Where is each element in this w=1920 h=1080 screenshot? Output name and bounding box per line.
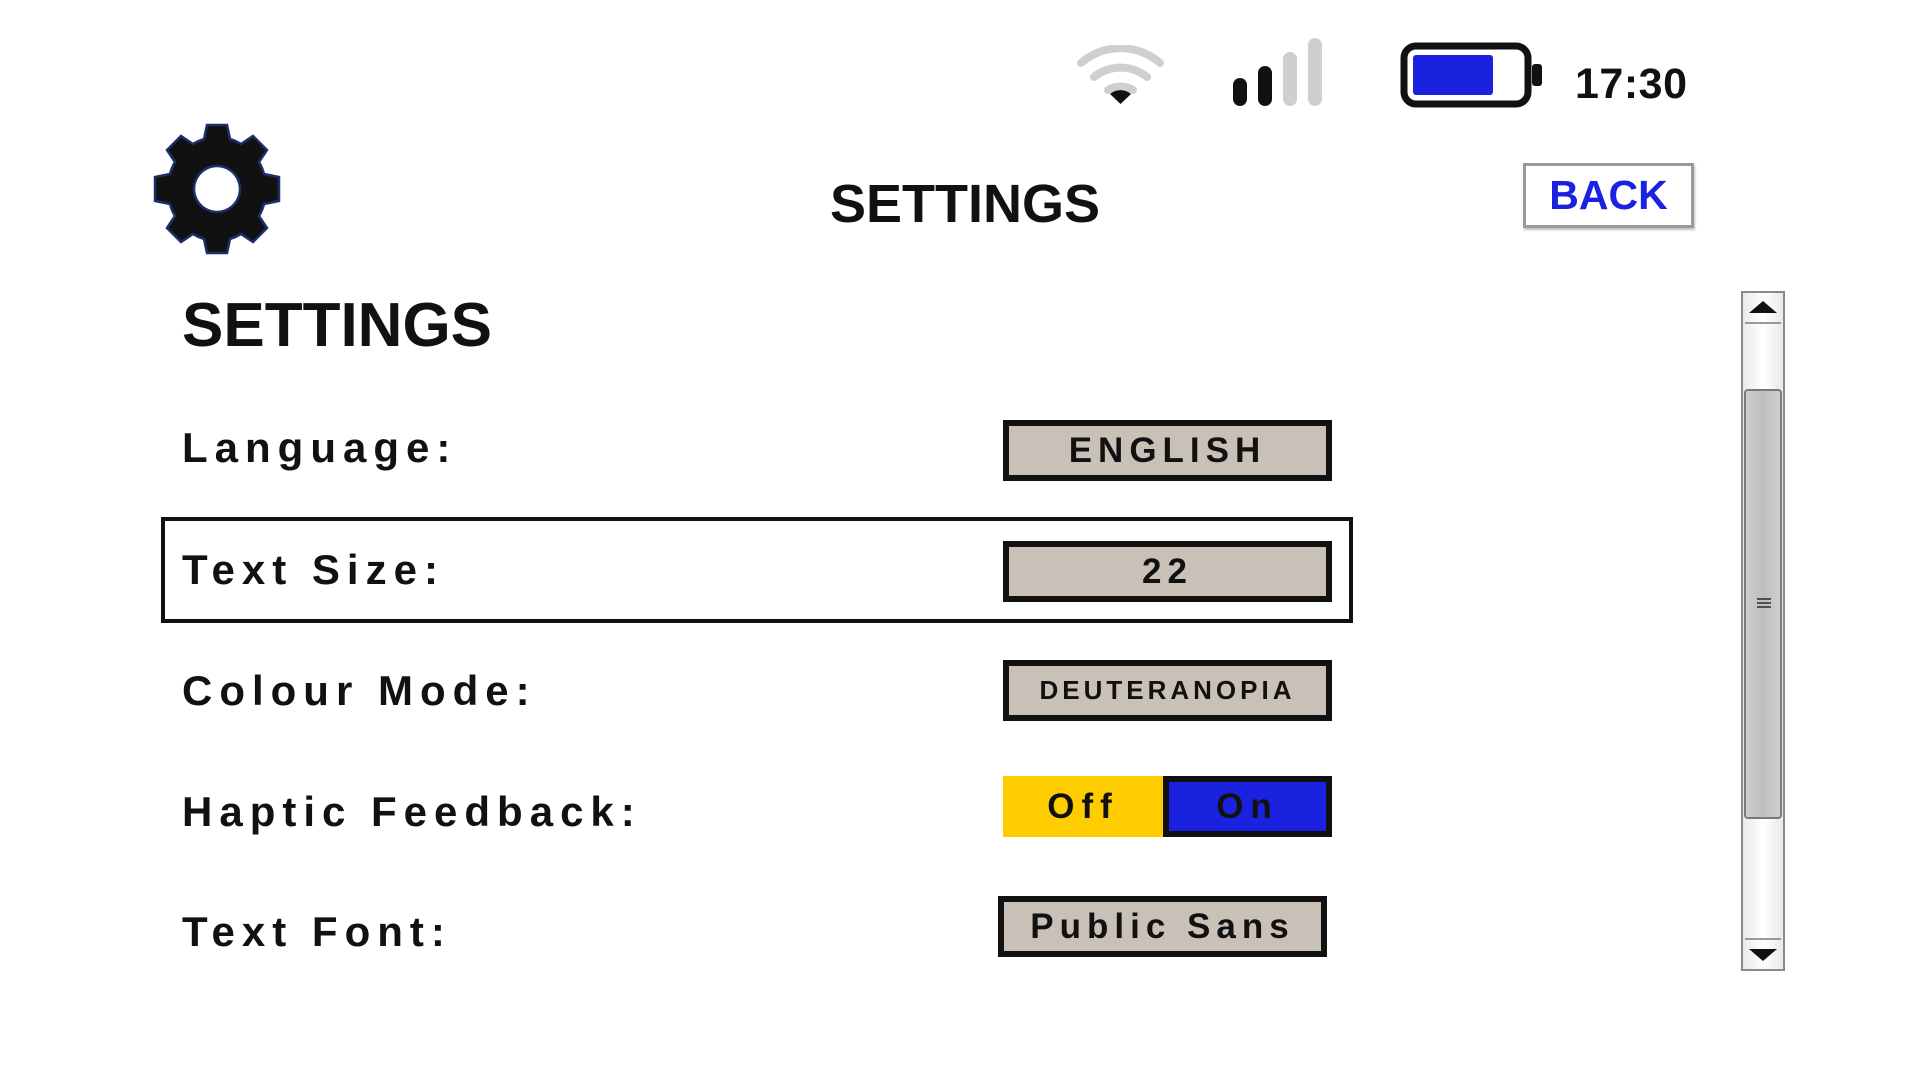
text-size-label: Text Size: bbox=[182, 546, 445, 593]
language-label: Language: bbox=[182, 424, 458, 471]
settings-screen: 17:30 SETTINGS BACK SETTINGS Language: E… bbox=[0, 0, 1920, 1080]
haptic-feedback-label: Haptic Feedback: bbox=[182, 788, 642, 835]
scroll-down-arrow-icon[interactable] bbox=[1743, 937, 1783, 969]
scroll-up-arrow-icon[interactable] bbox=[1743, 293, 1783, 325]
header-title: SETTINGS bbox=[829, 174, 1101, 234]
scroll-thumb[interactable] bbox=[1744, 389, 1782, 819]
haptic-on-option[interactable]: On bbox=[1163, 776, 1332, 837]
status-time: 17:30 bbox=[1575, 60, 1688, 108]
text-font-label: Text Font: bbox=[182, 908, 452, 955]
haptic-off-option[interactable]: Off bbox=[1003, 776, 1163, 837]
back-button[interactable]: BACK bbox=[1523, 163, 1694, 228]
page-title: SETTINGS bbox=[182, 291, 493, 360]
wifi-icon bbox=[1077, 45, 1164, 104]
scrollbar[interactable] bbox=[1741, 291, 1785, 971]
colour-mode-label: Colour Mode: bbox=[182, 667, 537, 714]
battery-icon bbox=[1400, 42, 1542, 108]
text-size-select[interactable]: 22 bbox=[1003, 541, 1332, 602]
grip-lines-icon bbox=[1757, 598, 1771, 608]
cellular-signal-icon bbox=[1233, 38, 1322, 106]
language-select[interactable]: ENGLISH bbox=[1003, 420, 1332, 481]
gear-icon bbox=[153, 123, 281, 255]
colour-mode-select[interactable]: DEUTERANOPIA bbox=[1003, 660, 1332, 721]
text-font-select[interactable]: Public Sans bbox=[998, 896, 1327, 957]
haptic-feedback-toggle[interactable]: Off On bbox=[1003, 776, 1332, 837]
